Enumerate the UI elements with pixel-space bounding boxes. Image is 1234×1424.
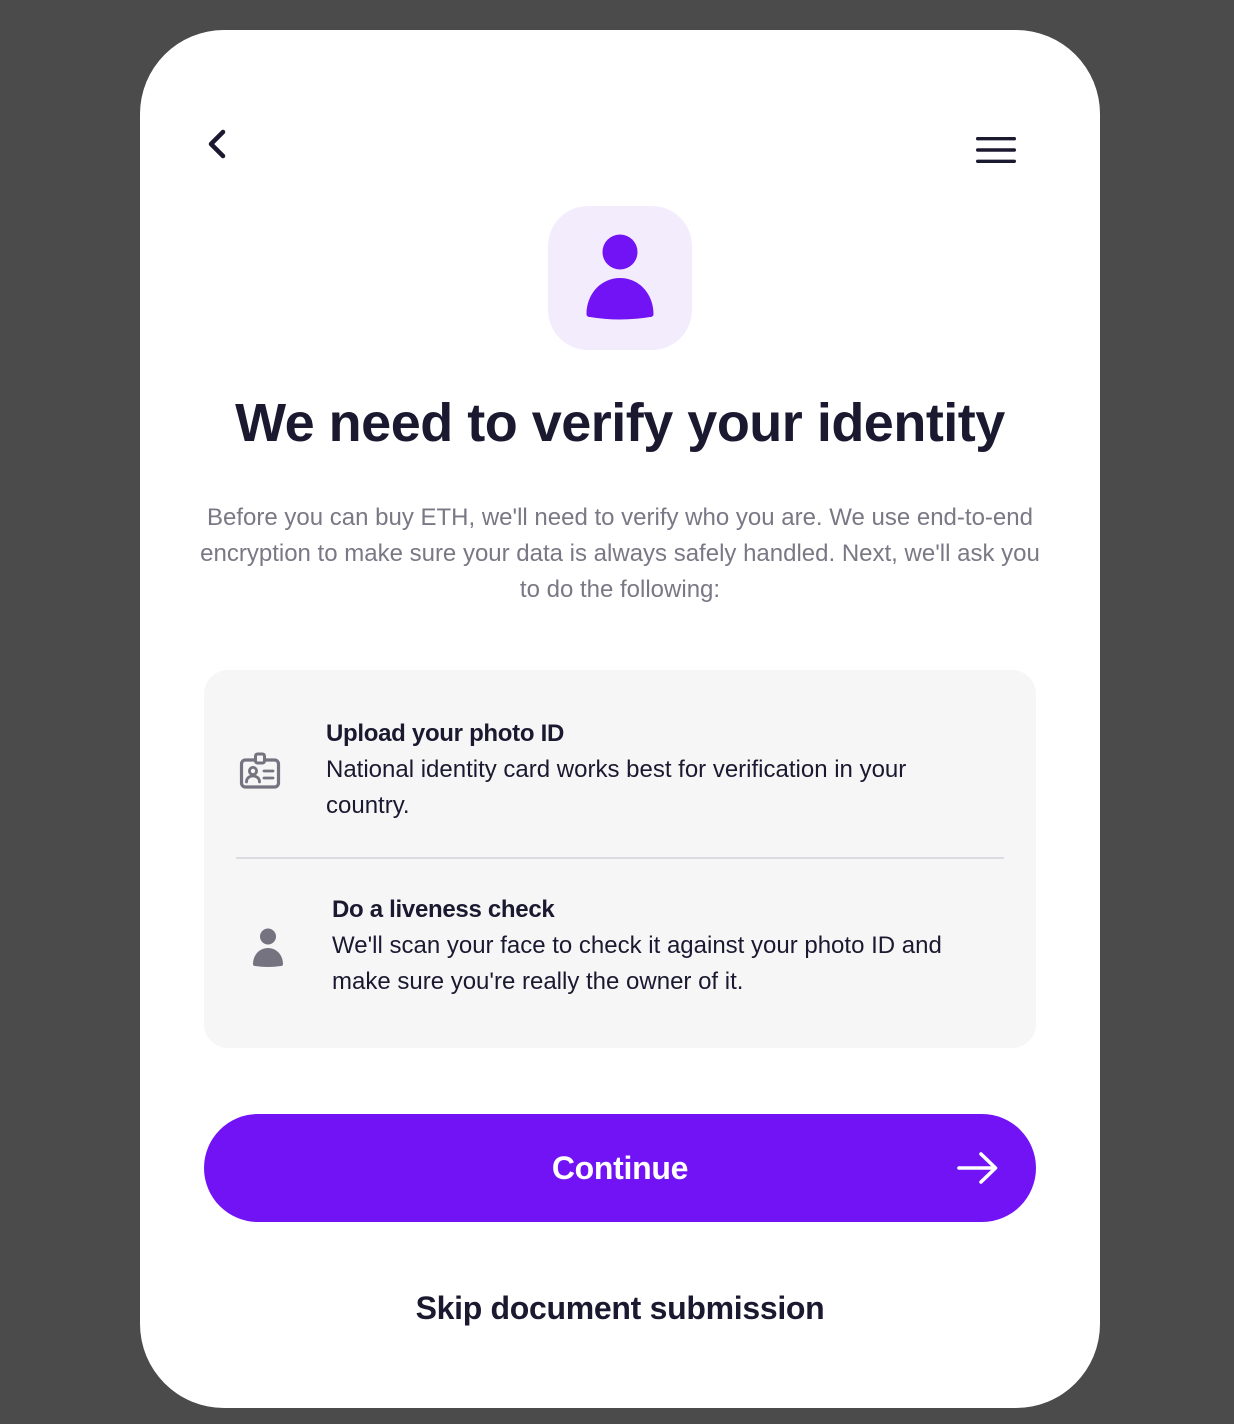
user-icon	[586, 234, 654, 320]
step-title: Do a liveness check	[332, 896, 555, 923]
step-text: Do a liveness check We'll scan your face…	[332, 892, 992, 1000]
steps-divider	[236, 857, 1004, 859]
verification-modal: We need to verify your identity Before y…	[140, 30, 1100, 1408]
page-description: Before you can buy ETH, we'll need to ve…	[200, 504, 1040, 603]
step-description: National identity card works best for ve…	[326, 756, 907, 819]
skip-document-submission-link[interactable]: Skip document submission	[140, 1288, 1100, 1328]
step-description: We'll scan your face to check it against…	[332, 932, 942, 995]
chevron-left-icon	[208, 129, 226, 159]
page-title: We need to verify your identity	[235, 393, 1005, 453]
step-text: Upload your photo ID National identity c…	[326, 716, 986, 824]
steps-panel: Upload your photo ID National identity c…	[204, 670, 1036, 1048]
id-card-icon	[239, 752, 281, 789]
back-button[interactable]	[196, 122, 236, 166]
arrow-right-icon	[957, 1152, 998, 1184]
continue-button[interactable]: Continue	[204, 1114, 1036, 1222]
user-icon	[253, 928, 283, 967]
hamburger-menu-icon	[976, 137, 1016, 163]
continue-arrow-wrapper	[956, 1148, 1000, 1188]
menu-button[interactable]	[970, 130, 1022, 170]
step-icon-wrapper	[248, 926, 288, 970]
step-title: Upload your photo ID	[326, 720, 564, 747]
continue-button-label: Continue	[551, 1150, 689, 1186]
hero-user-badge	[548, 206, 692, 350]
step-icon-wrapper	[236, 750, 284, 792]
